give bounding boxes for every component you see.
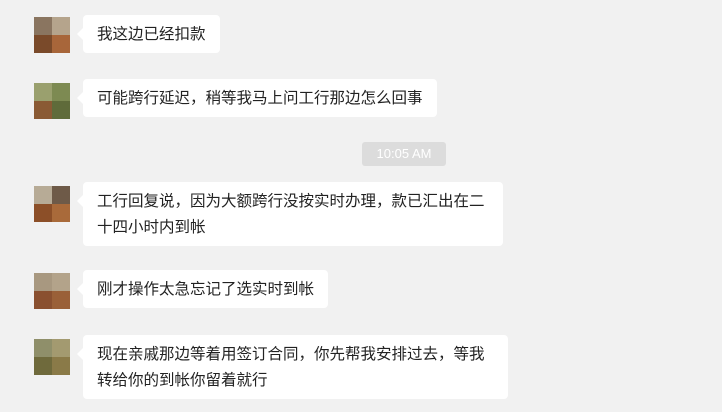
avatar-tile bbox=[52, 273, 70, 291]
avatar-tile bbox=[52, 186, 70, 204]
timestamp-badge: 10:05 AM bbox=[362, 142, 446, 166]
avatar-tile bbox=[34, 291, 52, 309]
message-text: 现在亲戚那边等着用签订合同，你先帮我安排过去，等我转给你的到帐你留着就行 bbox=[97, 345, 485, 389]
avatar-tile bbox=[34, 35, 52, 53]
avatar-tile bbox=[34, 339, 52, 357]
message-text: 工行回复说，因为大额跨行没按实时办理，款已汇出在二十四小时内到帐 bbox=[97, 192, 485, 236]
message-text: 可能跨行延迟，稍等我马上问工行那边怎么回事 bbox=[97, 89, 423, 107]
message-bubble[interactable]: 现在亲戚那边等着用签订合同，你先帮我安排过去，等我转给你的到帐你留着就行 bbox=[77, 335, 508, 399]
avatar-tile bbox=[52, 204, 70, 222]
avatar[interactable] bbox=[34, 186, 70, 222]
avatar-tile bbox=[34, 83, 52, 101]
avatar-tile bbox=[52, 339, 70, 357]
message-text: 刚才操作太急忘记了选实时到帐 bbox=[97, 280, 315, 298]
avatar-tile bbox=[52, 101, 70, 119]
message-bubble[interactable]: 刚才操作太急忘记了选实时到帐 bbox=[76, 270, 329, 308]
chat-conversation: 我这边已经扣款 可能跨行延迟，稍等我马上问工行那边怎么回事 10:05 AM 工… bbox=[0, 0, 722, 412]
avatar-tile bbox=[52, 35, 70, 53]
avatar-tile bbox=[34, 186, 52, 204]
avatar[interactable] bbox=[34, 273, 70, 309]
avatar-tile bbox=[34, 273, 52, 291]
avatar-tile bbox=[34, 17, 52, 35]
avatar-tile bbox=[34, 357, 52, 375]
avatar[interactable] bbox=[34, 83, 70, 119]
message-bubble[interactable]: 工行回复说，因为大额跨行没按实时办理，款已汇出在二十四小时内到帐 bbox=[77, 182, 503, 246]
message-bubble[interactable]: 可能跨行延迟，稍等我马上问工行那边怎么回事 bbox=[77, 79, 437, 117]
message-text: 我这边已经扣款 bbox=[97, 25, 206, 43]
avatar-tile bbox=[52, 17, 70, 35]
avatar-tile bbox=[52, 291, 70, 309]
avatar-tile bbox=[34, 204, 52, 222]
avatar-tile bbox=[52, 83, 70, 101]
avatar-tile bbox=[34, 101, 52, 119]
avatar[interactable] bbox=[34, 17, 70, 53]
avatar[interactable] bbox=[34, 339, 70, 375]
avatar-tile bbox=[52, 357, 70, 375]
message-bubble[interactable]: 我这边已经扣款 bbox=[77, 15, 220, 53]
